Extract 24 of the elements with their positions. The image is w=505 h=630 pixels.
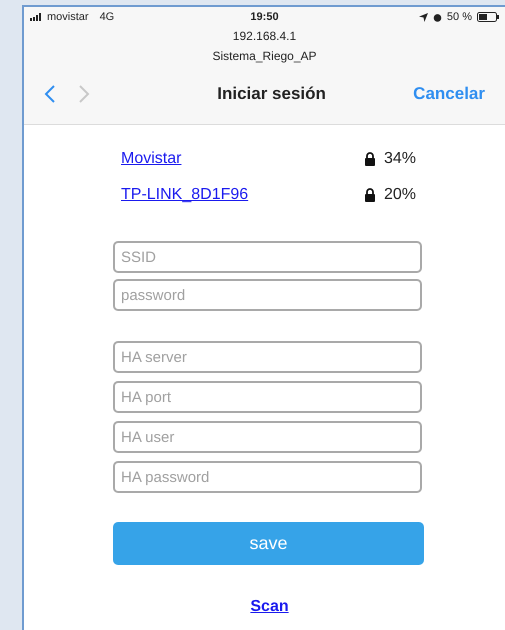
input-field[interactable]: HA server xyxy=(113,341,422,373)
input-field[interactable]: HA port xyxy=(113,381,422,413)
page-address: 192.168.4.1 xyxy=(232,28,298,45)
battery-percent: 50 % xyxy=(446,10,472,25)
input-field[interactable]: HA password xyxy=(113,461,422,493)
network-link[interactable]: TP-LINK_8D1F96 xyxy=(121,183,248,207)
network-link[interactable]: Movistar xyxy=(121,147,182,171)
signal-strength: 20% xyxy=(384,185,416,205)
network-name: Sistema_Riego_AP xyxy=(211,48,318,65)
network-type: 4G xyxy=(100,10,114,25)
page-title: Iniciar sesión xyxy=(216,83,327,105)
battery-icon xyxy=(476,12,499,22)
input-field[interactable]: SSID xyxy=(113,241,422,273)
clock-time: 19:50 xyxy=(250,10,279,25)
back-chevron-icon[interactable] xyxy=(44,84,56,104)
lock-icon xyxy=(364,188,376,202)
signal-icon xyxy=(30,13,44,21)
lock-icon xyxy=(364,152,376,166)
carrier-name: movistar xyxy=(47,10,89,25)
scan-link[interactable]: Scan xyxy=(250,595,289,619)
signal-strength: 34% xyxy=(384,149,416,169)
input-field[interactable]: password xyxy=(113,279,422,311)
location-arrow-icon xyxy=(418,12,428,22)
input-field[interactable]: HA user xyxy=(113,421,422,453)
